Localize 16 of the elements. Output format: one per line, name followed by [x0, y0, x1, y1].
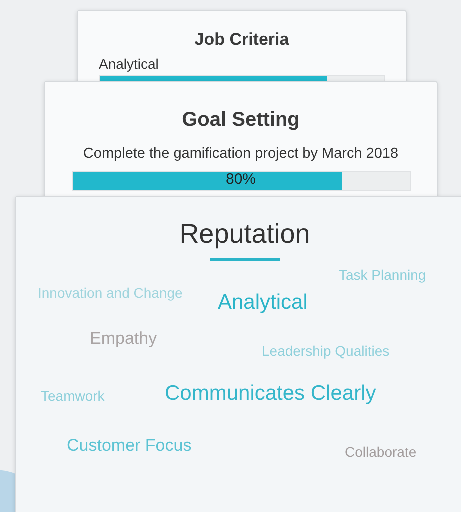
skill-tag: Leadership Qualities — [262, 343, 390, 359]
skill-tag: Customer Focus — [67, 436, 192, 456]
card-title: Reputation — [180, 219, 310, 250]
card-title: Job Criteria — [194, 30, 290, 50]
goal-description: Complete the gamification project by March 2018 — [83, 146, 399, 162]
skill-tag: Task Planning — [339, 267, 426, 283]
skill-tag: Innovation and Change — [38, 285, 183, 301]
card-title: Goal Setting — [182, 109, 300, 132]
title-underline — [210, 258, 280, 261]
progress-percentage: 80% — [224, 171, 258, 188]
skill-tag: Communicates Clearly — [165, 382, 376, 406]
skill-tag: Collaborate — [345, 444, 417, 460]
skill-tag: Analytical — [218, 291, 308, 315]
skill-tag: Teamwork — [41, 388, 105, 404]
criteria-label: Analytical — [99, 56, 159, 72]
skill-tag: Empathy — [90, 329, 158, 349]
